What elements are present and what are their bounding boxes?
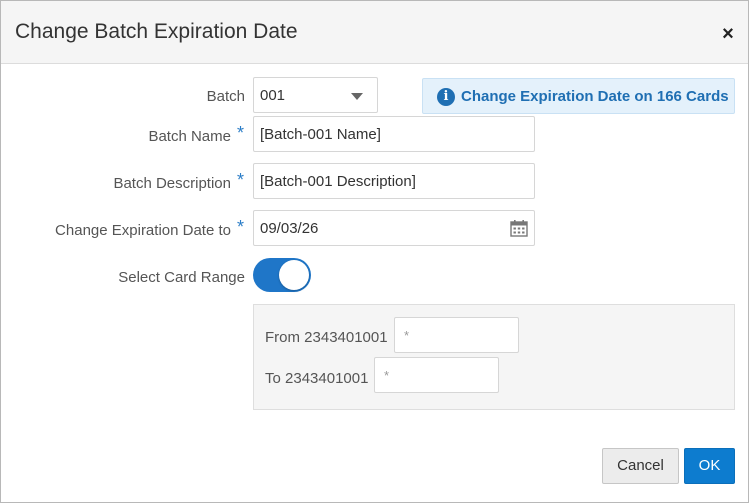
chevron-down-icon bbox=[351, 93, 363, 100]
range-to-input[interactable]: * bbox=[374, 357, 499, 393]
batch-description-label-text: Batch Description bbox=[113, 175, 231, 192]
batch-description-value: [Batch-001 Description] bbox=[260, 173, 416, 190]
range-to-placeholder: * bbox=[384, 368, 390, 383]
batch-name-label: Batch Name bbox=[101, 128, 231, 145]
calendar-icon[interactable] bbox=[510, 219, 528, 237]
ok-button[interactable]: OK bbox=[684, 448, 735, 484]
batch-select-value: 001 bbox=[260, 87, 286, 104]
range-from-label: From 2343401001 bbox=[265, 329, 388, 346]
batch-name-required-mark: * bbox=[237, 123, 245, 143]
expiration-date-value: 09/03/26 bbox=[260, 220, 319, 237]
dialog-header: Change Batch Expiration Date × bbox=[1, 1, 748, 64]
card-range-panel: From 2343401001 * To 2343401001 * bbox=[253, 304, 735, 410]
batch-name-value: [Batch-001 Name] bbox=[260, 126, 381, 143]
batch-select[interactable]: 001 bbox=[253, 77, 378, 113]
expiration-date-label-text: Change Expiration Date to bbox=[55, 222, 231, 239]
expiration-date-input[interactable]: 09/03/26 bbox=[253, 210, 535, 246]
batch-description-label: Batch Description bbox=[61, 175, 231, 192]
range-to-label: To 2343401001 bbox=[265, 370, 369, 387]
toggle-knob bbox=[279, 260, 309, 290]
expiration-date-required-mark: * bbox=[237, 217, 245, 237]
select-card-range-label-text: Select Card Range bbox=[118, 269, 245, 286]
info-icon: i bbox=[437, 88, 455, 106]
range-from-input[interactable]: * bbox=[394, 317, 519, 353]
expiration-date-label: Change Expiration Date to bbox=[21, 222, 231, 239]
change-expiration-cards-button[interactable]: i Change Expiration Date on 166 Cards bbox=[422, 78, 735, 114]
batch-description-input[interactable]: [Batch-001 Description] bbox=[253, 163, 535, 199]
close-button[interactable]: × bbox=[717, 23, 739, 45]
change-expiration-cards-label: Change Expiration Date on 166 Cards bbox=[461, 88, 729, 105]
change-batch-expiration-dialog: Change Batch Expiration Date × Batch 001… bbox=[0, 0, 749, 503]
range-from-placeholder: * bbox=[404, 328, 410, 343]
cancel-button[interactable]: Cancel bbox=[602, 448, 679, 484]
select-card-range-label: Select Card Range bbox=[91, 269, 245, 286]
batch-description-required-mark: * bbox=[237, 170, 245, 190]
batch-label-text: Batch bbox=[206, 88, 245, 105]
batch-label: Batch bbox=[151, 88, 245, 105]
batch-name-label-text: Batch Name bbox=[148, 128, 231, 145]
dialog-title: Change Batch Expiration Date bbox=[15, 20, 298, 43]
select-card-range-toggle[interactable] bbox=[253, 258, 311, 292]
batch-name-input[interactable]: [Batch-001 Name] bbox=[253, 116, 535, 152]
